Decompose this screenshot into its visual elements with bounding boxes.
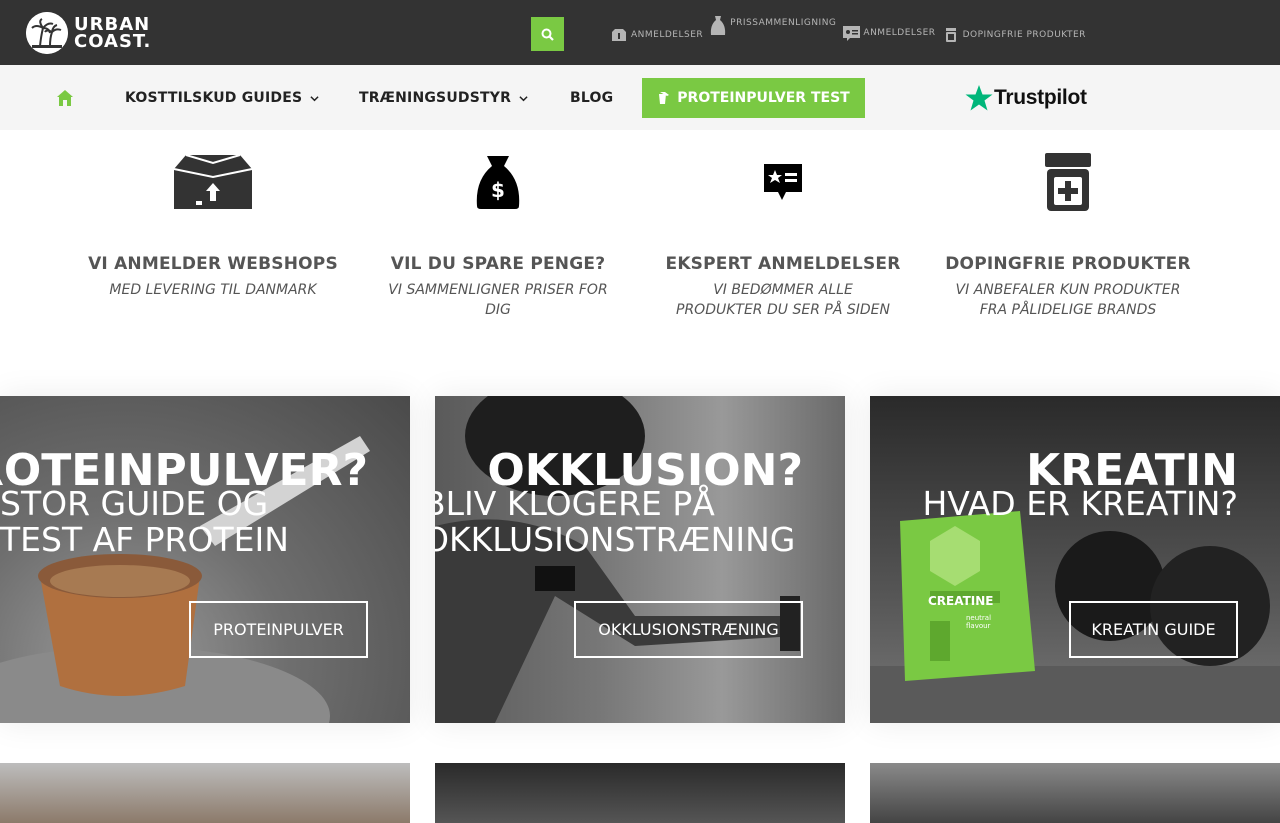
proteinpulver-button[interactable]: PROTEINPULVER	[189, 601, 368, 658]
feature-webshops: VI ANMELDER WEBSHOPS MED LEVERING TIL DA…	[88, 150, 338, 300]
money-bag-icon	[709, 14, 727, 38]
nav-blog[interactable]: BLOG	[570, 89, 613, 107]
card-row2-3[interactable]	[870, 763, 1280, 823]
nav-kosttilskud-guides[interactable]: KOSTTILSKUD GUIDES	[125, 89, 319, 107]
top-link-prissammenligning[interactable]: PRISSAMMENLIGNING	[709, 14, 836, 44]
kreatin-guide-button[interactable]: KREATIN GUIDE	[1069, 601, 1238, 658]
logo-wordmark: URBAN COAST.	[74, 14, 152, 52]
feature-subtitle: VI BEDØMMER ALLE PRODUKTER DU SER PÅ SID…	[676, 282, 890, 318]
card-row2-1[interactable]	[0, 763, 410, 823]
top-link-anmeldelser[interactable]: ANMELDELSER	[610, 20, 703, 50]
card-subtitle: HVAD ER KREATIN?	[922, 484, 1238, 523]
feature-spare-penge: $ VIL DU SPARE PENGE? VI SAMMENLIGNER PR…	[373, 150, 623, 320]
feature-subtitle: MED LEVERING TIL DANMARK	[109, 282, 317, 298]
top-links: ANMELDELSER PRISSAMMENLIGNING ANMELDELSE…	[610, 16, 1092, 50]
svg-text:$: $	[491, 178, 505, 202]
top-link-anmeldelser-2[interactable]: ANMELDELSER	[842, 18, 935, 48]
shaker-icon	[659, 92, 670, 104]
trustpilot-logo[interactable]: Trustpilot	[964, 83, 1087, 113]
chevron-down-icon	[310, 95, 319, 101]
home-icon[interactable]	[56, 89, 74, 107]
review-card-icon	[658, 150, 908, 214]
box-icon	[610, 26, 628, 44]
jar-icon	[942, 26, 960, 44]
card-subtitle: BLIV KLOGERE PÅ OKKLUSIONSTRÆNING	[435, 484, 796, 559]
site-logo[interactable]: URBAN COAST.	[26, 12, 151, 54]
top-bar: URBAN COAST. ANMELDELSER PRISSAMMENLIGNI…	[0, 0, 1280, 65]
main-nav: KOSTTILSKUD GUIDES TRÆNINGSUDSTYR BLOG P…	[0, 65, 1280, 130]
money-bag-icon: $	[373, 150, 623, 214]
card-subtitle: STOR GUIDE OG TEST AF PROTEIN	[0, 484, 289, 559]
box-icon	[88, 150, 338, 214]
trustpilot-star-icon	[965, 85, 993, 111]
card-okklusion[interactable]: OKKLUSION? BLIV KLOGERE PÅ OKKLUSIONSTRÆ…	[435, 396, 845, 723]
okklusionstraening-button[interactable]: OKKLUSIONSTRÆNING	[574, 601, 803, 658]
feature-subtitle: VI ANBEFALER KUN PRODUKTER FRA PÅLIDELIG…	[955, 282, 1181, 318]
search-icon	[541, 28, 554, 41]
feature-title: VI ANMELDER WEBSHOPS	[88, 254, 338, 274]
card-proteinpulver[interactable]: ROTEINPULVER? STOR GUIDE OG TEST AF PROT…	[0, 396, 410, 723]
chevron-down-icon	[519, 95, 528, 101]
feature-title: EKSPERT ANMELDELSER	[665, 254, 901, 274]
search-button[interactable]	[531, 17, 564, 51]
jar-icon	[943, 150, 1193, 214]
feature-title: VIL DU SPARE PENGE?	[390, 254, 606, 274]
feature-title: DOPINGFRIE PRODUKTER	[945, 254, 1191, 274]
feature-subtitle: VI SAMMENLIGNER PRISER FOR DIG	[388, 282, 608, 318]
product-label: CREATINE	[928, 594, 994, 608]
palm-logo-icon	[26, 12, 68, 54]
proteinpulver-test-button[interactable]: PROTEINPULVER TEST	[642, 78, 865, 118]
top-link-dopingfrie[interactable]: DOPINGFRIE PRODUKTER	[942, 20, 1086, 50]
nav-traeningsudstyr[interactable]: TRÆNINGSUDSTYR	[359, 89, 528, 107]
card-row2-2[interactable]	[435, 763, 845, 823]
feature-ekspert: EKSPERT ANMELDELSER VI BEDØMMER ALLE PRO…	[658, 150, 908, 320]
card-kreatin[interactable]: CREATINE neutral flavour KREATIN HVAD ER…	[870, 396, 1280, 723]
review-card-icon	[842, 24, 860, 42]
feature-dopingfrie: DOPINGFRIE PRODUKTER VI ANBEFALER KUN PR…	[943, 150, 1193, 320]
product-sublabel: neutral flavour	[966, 614, 992, 630]
